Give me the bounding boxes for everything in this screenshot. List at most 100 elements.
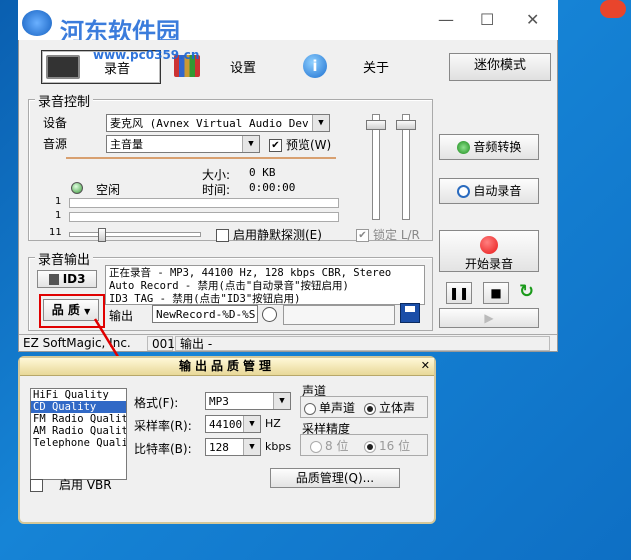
quality-dialog: 输出品质管理 ✕ HiFi Quality CD Quality FM Radio … — [18, 356, 436, 524]
bitrate-label: 比特率(B): — [134, 442, 192, 456]
record-control-group: 录音控制 设备 麦克风 (Avnex Virtual Audio Dev ▼ 音… — [28, 91, 433, 243]
source-select[interactable]: 主音量 ▼ — [106, 135, 260, 153]
chevron-down-icon: ▼ — [243, 416, 260, 432]
app-logo-icon — [22, 10, 52, 36]
settings-tab-label: 设置 — [230, 60, 257, 76]
maximize-button[interactable]: ☐ — [480, 10, 494, 29]
device-label: 设备 — [43, 116, 68, 130]
info-line-id3: ID3 TAG - 禁用(点击"ID3"按钮启用) — [109, 293, 301, 305]
samplerate-value: 44100 — [209, 418, 243, 431]
id3-button[interactable]: ID3 — [37, 270, 97, 288]
auto-record-label: 自动录音 — [473, 184, 522, 198]
chevron-down-icon: ▼ — [312, 115, 329, 131]
lock-checkbox[interactable]: ✔ 锁定 L/R — [356, 226, 420, 243]
volume-slider-right-thumb[interactable] — [396, 120, 416, 130]
level-meter-left — [69, 198, 339, 208]
clock-icon — [456, 185, 470, 198]
audio-convert-label: 音频转换 — [473, 140, 522, 154]
play-button[interactable]: ▶ — [439, 308, 539, 328]
vbr-label: 启用 VBR — [59, 478, 112, 492]
bit16-radio[interactable]: 16 位 — [364, 437, 410, 454]
output-filename-input[interactable]: NewRecord-%D-%S — [152, 305, 258, 323]
preset-list-item[interactable]: HiFi Quality — [31, 389, 126, 401]
vbr-checkbox[interactable]: 启用 VBR — [30, 476, 112, 493]
threshold-slider[interactable] — [69, 228, 201, 242]
about-tab-button[interactable]: i 关于 — [303, 50, 403, 82]
save-icon[interactable] — [400, 303, 420, 323]
radio-selected-icon — [364, 440, 376, 453]
convert-icon — [456, 141, 470, 154]
info-icon: i — [303, 54, 327, 78]
auto-record-button[interactable]: 自动录音 — [439, 178, 539, 204]
desktop-app-icon[interactable] — [600, 0, 626, 18]
threshold-value: 11 — [49, 227, 62, 238]
mono-radio[interactable]: 单声道 — [304, 399, 355, 416]
id3-label: ID3 — [62, 272, 86, 286]
output-options-icon[interactable] — [262, 307, 277, 322]
size-value: 0 KB — [249, 166, 276, 179]
stereo-radio[interactable]: 立体声 — [364, 399, 415, 416]
dialog-close-button[interactable]: ✕ — [421, 359, 430, 373]
preset-list-item[interactable]: Telephone Quality — [31, 437, 126, 449]
quality-manage-button[interactable]: 品质管理(Q)... — [270, 468, 400, 488]
check-icon: ✔ — [269, 139, 282, 152]
close-button[interactable]: ✕ — [526, 10, 539, 29]
record-output-title: 录音输出 — [35, 249, 94, 268]
refresh-icon[interactable]: ↻ — [519, 282, 539, 302]
minimize-button[interactable]: — — [438, 10, 454, 29]
source-label: 音源 — [43, 137, 68, 151]
stereo-label: 立体声 — [379, 401, 416, 415]
silence-detect-checkbox[interactable]: 启用静默探测(E) — [216, 226, 322, 243]
start-record-button[interactable]: 开始录音 — [439, 230, 539, 272]
channel-1-label: 1 — [55, 196, 62, 207]
bitrate-select[interactable]: 128 ▼ — [205, 438, 261, 456]
output-filename-value: NewRecord-%D-%S — [156, 308, 256, 321]
device-select[interactable]: 麦克风 (Avnex Virtual Audio Dev ▼ — [106, 114, 330, 132]
preview-checkbox[interactable]: ✔ 预览(W) — [269, 136, 331, 153]
preset-list-item[interactable]: AM Radio Quality — [31, 425, 126, 437]
source-value: 主音量 — [110, 138, 143, 151]
quality-preset-list[interactable]: HiFi Quality CD Quality FM Radio Quality AM… — [30, 388, 127, 480]
quality-dialog-title[interactable]: 输出品质管理 — [20, 358, 434, 376]
threshold-slider-thumb[interactable] — [98, 228, 106, 242]
preset-list-item[interactable]: CD Quality — [31, 401, 126, 413]
about-tab-label: 关于 — [363, 60, 390, 76]
check-icon: ✔ — [356, 229, 369, 242]
tape-icon — [46, 55, 80, 79]
format-value: MP3 — [209, 395, 229, 408]
mono-label: 单声道 — [319, 401, 356, 415]
channel-2-label: 1 — [55, 210, 62, 221]
status-number: 001 — [147, 336, 175, 351]
volume-slider-left-thumb[interactable] — [366, 120, 386, 130]
record-control-title: 录音控制 — [35, 91, 94, 110]
state-indicator-icon — [71, 182, 83, 194]
bit16-label: 16 位 — [379, 439, 411, 453]
recording-info-panel: 正在录音 - MP3, 44100 Hz, 128 kbps CBR, Ster… — [105, 265, 425, 305]
radio-icon — [310, 440, 322, 453]
radio-selected-icon — [364, 402, 376, 415]
checkbox-box — [216, 229, 229, 242]
preview-label: 预览(W) — [286, 138, 332, 152]
pause-button[interactable]: ❚❚ — [446, 282, 472, 304]
stop-button[interactable]: ■ — [483, 282, 509, 304]
output-path-input[interactable] — [283, 305, 395, 325]
record-icon — [480, 236, 498, 254]
chevron-down-icon: ▼ — [243, 439, 260, 455]
samplerate-select[interactable]: 44100 ▼ — [205, 415, 261, 433]
silence-detect-label: 启用静默探测(E) — [233, 228, 322, 242]
quality-dialog-title-text: 输出品质管理 — [178, 359, 275, 373]
audio-convert-button[interactable]: 音频转换 — [439, 134, 539, 160]
radio-icon — [304, 402, 316, 415]
format-select[interactable]: MP3 ▼ — [205, 392, 291, 410]
bit8-label: 8 位 — [325, 439, 349, 453]
bitrate-value: 128 — [209, 441, 229, 454]
mini-mode-button[interactable]: 迷你模式 — [449, 53, 551, 81]
watermark-url: www.pc0359.cn — [93, 48, 200, 62]
state-label: 空闲 — [96, 183, 121, 197]
id3-icon — [48, 274, 59, 285]
bit8-radio[interactable]: 8 位 — [310, 437, 348, 454]
preset-list-item[interactable]: FM Radio Quality — [31, 413, 126, 425]
chevron-down-icon: ▼ — [273, 393, 290, 409]
chevron-down-icon: ▼ — [242, 136, 259, 152]
main-window: 录音 设置 i 关于 迷你模式 www.pc0359.cn 录音控制 设备 麦克… — [18, 40, 558, 352]
